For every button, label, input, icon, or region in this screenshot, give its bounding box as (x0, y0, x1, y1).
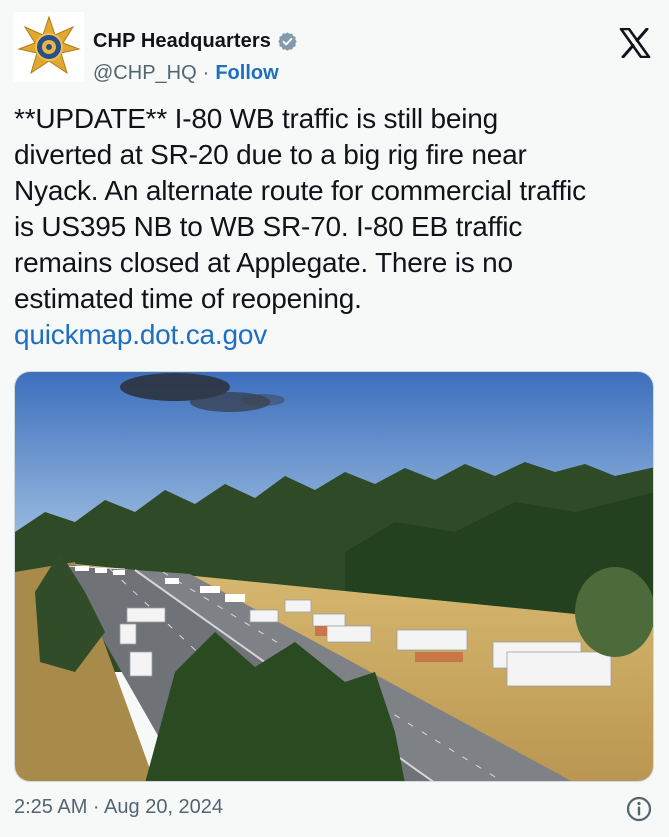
follow-button[interactable]: Follow (215, 62, 278, 85)
handle[interactable]: @CHP_HQ (93, 62, 197, 85)
tweet-link[interactable]: quickmap.dot.ca.gov (14, 317, 267, 353)
separator-dot: · (202, 62, 210, 84)
verified-badge-icon (278, 32, 297, 51)
tweet-card: CHP Headquarters @CHP_HQ · Follow **UPDA… (0, 0, 669, 837)
info-icon[interactable] (625, 795, 653, 823)
tweet-body: **UPDATE** I-80 WB traffic is still bein… (14, 103, 586, 314)
display-name[interactable]: CHP Headquarters (93, 30, 271, 53)
tweet-media-image[interactable] (14, 371, 654, 782)
handle-line: @CHP_HQ · Follow (93, 62, 279, 85)
x-logo-icon[interactable] (619, 28, 651, 58)
avatar[interactable] (14, 12, 84, 82)
tweet-timestamp[interactable]: 2:25 AM · Aug 20, 2024 (14, 796, 223, 819)
tweet-header: CHP Headquarters @CHP_HQ · Follow (14, 12, 655, 84)
chp-star-badge-icon (17, 15, 81, 75)
name-line: CHP Headquarters (93, 30, 298, 53)
highway-camera-photo (15, 372, 653, 781)
